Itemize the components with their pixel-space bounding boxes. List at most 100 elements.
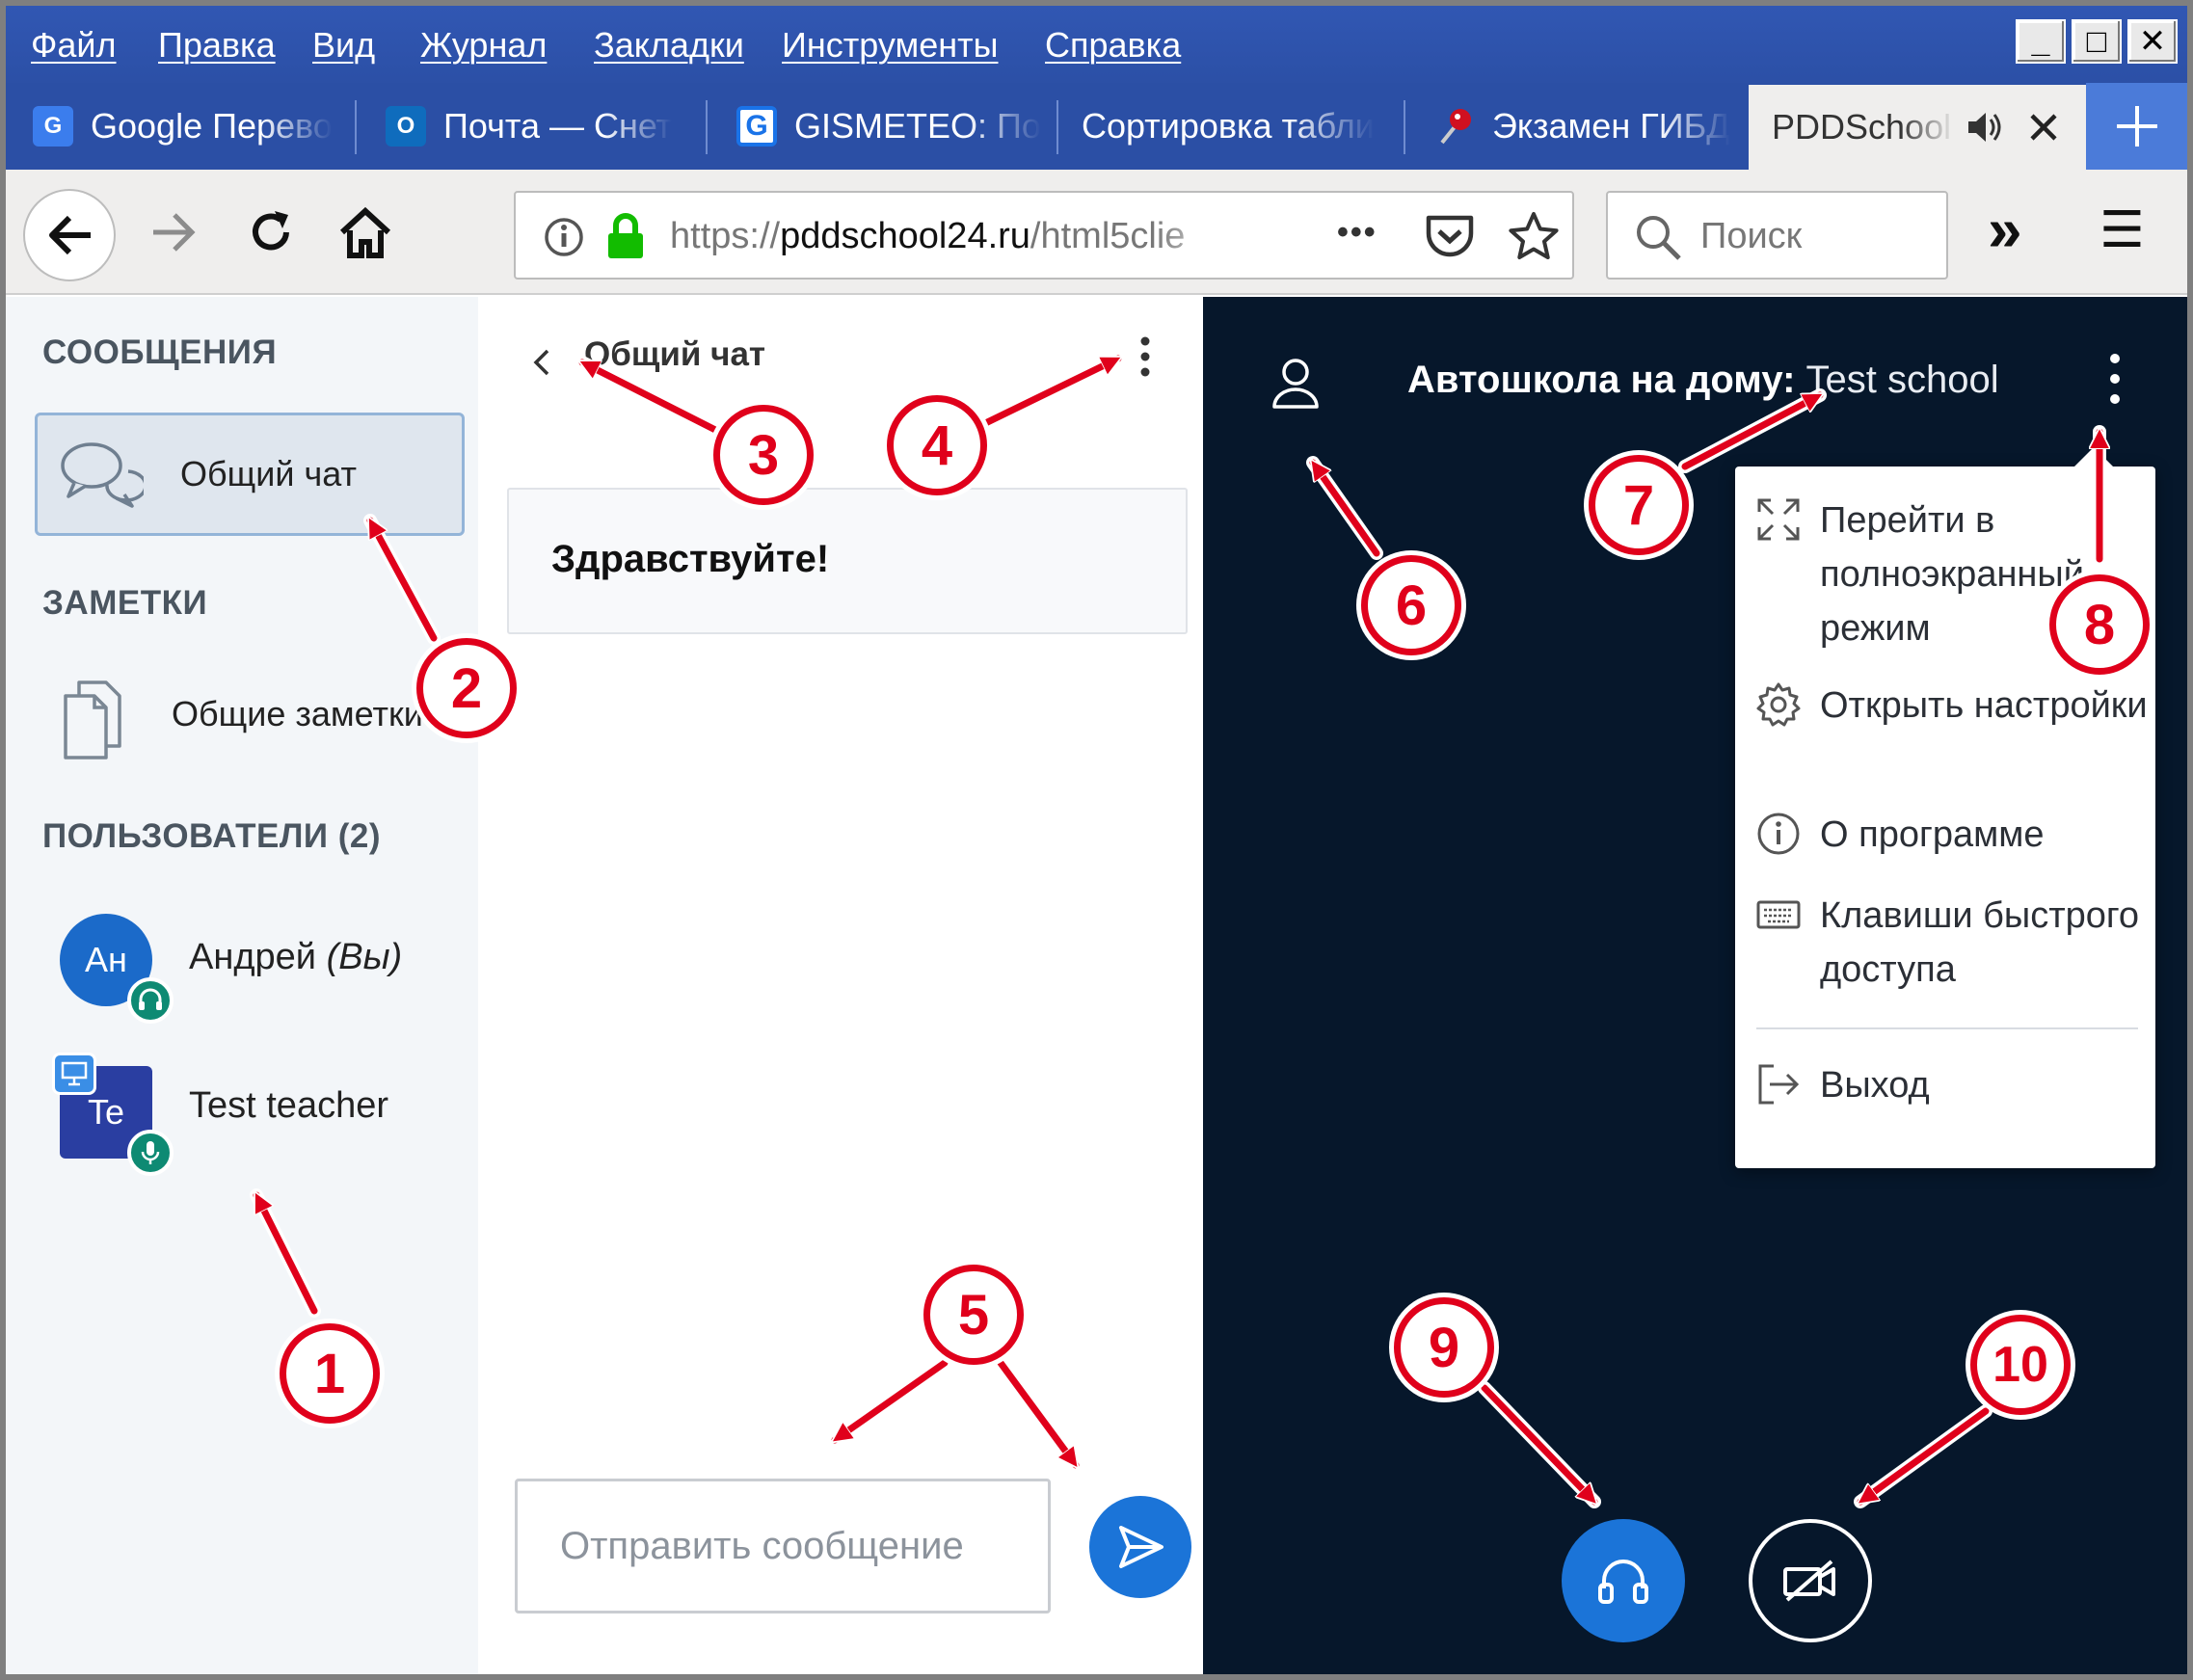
join-audio-button[interactable] — [1562, 1519, 1685, 1642]
menu-divider — [1756, 1027, 2138, 1029]
menu-item-about[interactable]: О программе — [1735, 808, 2155, 864]
star-icon[interactable] — [1507, 210, 1561, 262]
reload-icon — [253, 211, 289, 251]
close-tab-icon[interactable] — [2024, 108, 2063, 147]
search-bar[interactable]: Поиск — [1606, 191, 1948, 280]
user-you-suffix: (Вы) — [326, 937, 403, 977]
share-webcam-button[interactable] — [1749, 1519, 1872, 1642]
annotation-1: 1 — [280, 1323, 380, 1424]
send-message-button[interactable] — [1089, 1496, 1191, 1598]
meeting-title-prefix: Автошкола на дому: — [1407, 359, 1796, 401]
fullscreen-icon — [1757, 498, 1800, 541]
lock-icon — [608, 213, 643, 258]
tab-separator — [1056, 100, 1058, 154]
pocket-icon[interactable] — [1424, 212, 1476, 262]
new-tab-button[interactable] — [2086, 83, 2187, 170]
shared-notes-item[interactable]: Общие заметки — [172, 694, 423, 734]
url-text[interactable]: https://pddschool24.ru/html5clie — [670, 216, 1239, 257]
tab-sorting[interactable]: Сортировка табли — [1060, 91, 1404, 162]
search-icon — [1637, 216, 1681, 260]
chat-message: Здравствуйте! — [507, 488, 1188, 634]
sidebar: СООБЩЕНИЯ Общий чат ЗАМЕТКИ Общие заметк… — [6, 297, 478, 1674]
outlook-icon: O — [386, 106, 426, 147]
menu-item-shortcuts[interactable]: Клавиши быстрого доступа — [1735, 889, 2155, 997]
forward-button[interactable] — [141, 199, 208, 266]
tab-label: PDDSchool — [1772, 107, 1952, 147]
camera-off-icon — [1783, 1560, 1835, 1602]
maximize-button[interactable]: □ — [2072, 19, 2122, 64]
user-list-toggle-icon[interactable] — [1269, 355, 1323, 411]
gismeteo-icon: G — [736, 106, 777, 147]
send-icon — [1119, 1526, 1163, 1568]
chevron-left-icon[interactable] — [530, 345, 553, 380]
tab-label: Экзамен ГИБД — [1492, 106, 1730, 146]
logout-icon — [1758, 1064, 1800, 1105]
annotation-2: 2 — [416, 638, 517, 738]
tab-separator — [1404, 100, 1405, 154]
menu-item-logout[interactable]: Выход — [1735, 1058, 2155, 1116]
users-count: (2) — [337, 817, 382, 855]
overflow-menu-icon[interactable]: » — [1988, 191, 2022, 268]
notes-section-title: ЗАМЕТКИ — [42, 584, 208, 622]
message-input[interactable] — [518, 1481, 1048, 1611]
tab-gismeteo[interactable]: G GISMETEO: По — [709, 91, 1053, 162]
speaker-icon[interactable] — [1963, 105, 2007, 149]
google-translate-icon: G — [33, 106, 73, 147]
tab-exam[interactable]: Экзамен ГИБД — [1407, 91, 1735, 162]
arrow-right-icon — [153, 213, 196, 252]
menu-tools[interactable]: Инструменты — [782, 25, 998, 66]
tab-label: Сортировка табли — [1082, 106, 1375, 146]
info-icon — [1757, 813, 1800, 855]
close-window-button[interactable]: ✕ — [2127, 19, 2178, 64]
menu-item-label: Выход — [1820, 1065, 1930, 1106]
tab-pddschool[interactable]: PDDSchool — [1749, 85, 2086, 170]
tab-label: Google Перево — [91, 106, 333, 146]
dropdown-caret — [2074, 447, 2113, 467]
minimize-button[interactable]: _ — [2016, 19, 2066, 64]
menu-history[interactable]: Журнал — [420, 25, 547, 66]
menu-bar: Файл Правка Вид Журнал Закладки Инструме… — [6, 6, 2187, 91]
annotation-4: 4 — [887, 395, 987, 495]
menu-bookmarks[interactable]: Закладки — [594, 25, 744, 66]
plus-icon — [2116, 106, 2157, 147]
notes-icon[interactable] — [60, 677, 129, 763]
chat-title[interactable]: Общий чат — [584, 335, 765, 374]
navigation-bar: https://pddschool24.ru/html5clie ••• Пои… — [6, 170, 2187, 295]
tab-separator — [355, 100, 357, 154]
public-chat-item[interactable]: Общий чат — [35, 413, 465, 536]
menu-help[interactable]: Справка — [1045, 25, 1181, 66]
address-bar[interactable]: https://pddschool24.ru/html5clie ••• — [514, 191, 1574, 280]
options-menu-icon[interactable] — [2103, 351, 2126, 409]
chat-options-icon[interactable] — [1134, 333, 1157, 384]
user-name: Андрей (Вы) — [189, 937, 402, 978]
tab-google-translate[interactable]: G Google Перево — [6, 91, 351, 162]
menu-file[interactable]: Файл — [31, 25, 117, 66]
back-button[interactable] — [23, 189, 116, 281]
info-icon[interactable] — [543, 216, 585, 258]
search-placeholder: Поиск — [1700, 216, 1803, 256]
window-controls: _ □ ✕ — [2016, 19, 2178, 64]
tab-mail[interactable]: O Почта — Снет — [359, 91, 702, 162]
menu-view[interactable]: Вид — [312, 25, 375, 66]
headset-badge-icon — [127, 977, 174, 1024]
menu-edit[interactable]: Правка — [158, 25, 276, 66]
home-button[interactable] — [332, 199, 399, 266]
hamburger-menu-icon[interactable]: ☰ — [2099, 197, 2145, 264]
message-input-box[interactable] — [515, 1479, 1051, 1613]
page-actions-icon[interactable]: ••• — [1337, 214, 1377, 252]
annotation-8: 8 — [2049, 574, 2150, 675]
users-title-text: ПОЛЬЗОВАТЕЛИ — [42, 817, 329, 855]
message-text: Здравствуйте! — [551, 538, 830, 580]
chat-bubbles-icon — [61, 442, 144, 508]
menu-item-settings[interactable]: Открыть настройки — [1735, 679, 2155, 787]
menu-item-label: Открыть настройки — [1820, 685, 2148, 726]
reload-button[interactable] — [237, 199, 305, 266]
home-icon — [339, 206, 391, 258]
url-path: /html5clie — [1030, 216, 1186, 256]
annotation-3: 3 — [713, 405, 814, 505]
messages-section-title: СООБЩЕНИЯ — [42, 333, 278, 371]
map-pin-icon — [1434, 106, 1475, 147]
tab-label: Почта — Снет — [443, 106, 673, 146]
tab-label: GISMETEO: По — [794, 106, 1041, 146]
url-domain: pddschool24.ru — [780, 216, 1030, 256]
